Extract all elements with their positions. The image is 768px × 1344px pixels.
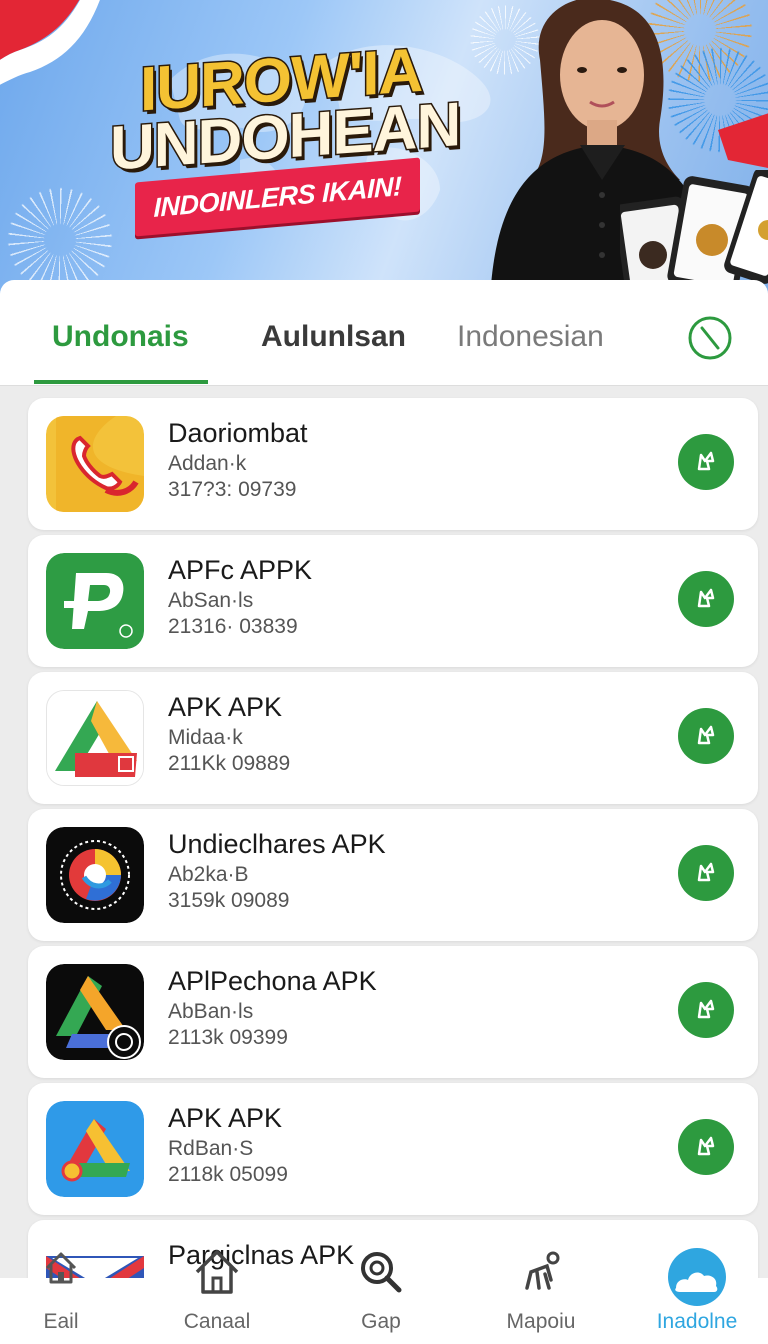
- list-item[interactable]: APK APK Midaa·k 211Kk 09889: [28, 672, 758, 804]
- app-meta: 3159k 09089: [168, 889, 290, 912]
- triangle-app-icon: [46, 690, 144, 786]
- app-meta: 21316· 03839: [168, 615, 298, 638]
- nav-label: Inadolne: [656, 1310, 738, 1333]
- search-icon: [361, 1252, 402, 1293]
- bottom-navigation: Eail Canaal Gap Mapoiu Inadolne: [0, 1248, 768, 1344]
- nav-label: Gap: [361, 1310, 401, 1333]
- tab-aulunlsan[interactable]: Aulunlsan: [261, 320, 406, 354]
- download-icon: [697, 725, 715, 745]
- list-item[interactable]: APFc APPK AbSan·ls 21316· 03839: [28, 535, 758, 667]
- nav-label: Canaal: [183, 1310, 251, 1333]
- app-subtitle: RdBan·S: [168, 1137, 254, 1160]
- list-item[interactable]: APK APK RdBan·S 2118k 05099: [28, 1083, 758, 1215]
- app-meta: 211Kk 09889: [168, 752, 291, 775]
- download-icon: [697, 588, 715, 608]
- drive-dark-app-icon: [46, 964, 144, 1060]
- tab-bar: Undonais Aulunlsan Indonesian: [0, 280, 768, 386]
- app-meta: 2118k 05099: [168, 1163, 288, 1186]
- tab-undonais[interactable]: Undonais: [52, 320, 189, 354]
- nav-item-mapoiu[interactable]: Mapoiu: [466, 1251, 616, 1344]
- app-name: APK APK: [168, 1103, 283, 1133]
- p-app-icon: [46, 553, 144, 649]
- nav-item-canaal[interactable]: Canaal: [142, 1250, 292, 1344]
- download-icon: [697, 862, 715, 882]
- list-item[interactable]: Undieclhares APK Ab2ka·B 3159k 09089: [28, 809, 758, 941]
- nav-item-gap[interactable]: Gap: [306, 1252, 456, 1344]
- figure-icon: [525, 1251, 560, 1290]
- app-name: Undieclhares APK: [168, 829, 386, 859]
- download-button[interactable]: [678, 434, 734, 490]
- home-icon: [45, 1252, 77, 1284]
- app-meta: 2113k 09399: [168, 1026, 288, 1049]
- list-item[interactable]: APlPechona APK AbBan·ls 2113k 09399: [28, 946, 758, 1078]
- nav-label: Mapoiu: [506, 1310, 576, 1333]
- download-button[interactable]: [678, 845, 734, 901]
- app-name: APFc APPK: [168, 555, 313, 585]
- active-tab-indicator: [34, 380, 208, 384]
- app-list[interactable]: Daoriombat Addan·k 317?3: 09739 APFc APP…: [0, 386, 768, 1278]
- download-button[interactable]: [678, 982, 734, 1038]
- app-subtitle: Addan·k: [168, 452, 247, 475]
- promo-banner[interactable]: IUROW'IA UNDOHEAN INDOINLERS IKAIN!: [0, 0, 768, 300]
- app-subtitle: Midaa·k: [168, 726, 243, 749]
- cloud-icon: [668, 1248, 726, 1306]
- app-subtitle: Ab2ka·B: [168, 863, 249, 886]
- nav-item-eail[interactable]: Eail: [0, 1252, 136, 1344]
- app-subtitle: AbSan·ls: [168, 589, 254, 612]
- banner-headline: IUROW'IA UNDOHEAN: [109, 34, 470, 185]
- app-name: APlPechona APK: [168, 966, 377, 996]
- nav-item-inadolne[interactable]: Inadolne: [622, 1248, 768, 1344]
- flag-decoration: [0, 0, 100, 85]
- app-name: APK APK: [168, 692, 283, 722]
- app-name: Daoriombat: [168, 418, 308, 448]
- browser-app-icon: [46, 827, 144, 923]
- app-meta: 317?3: 09739: [168, 478, 297, 501]
- download-icon: [697, 451, 715, 471]
- app-subtitle: AbBan·ls: [168, 1000, 254, 1023]
- download-icon: [697, 999, 715, 1019]
- tab-indonesian[interactable]: Indonesian: [457, 320, 604, 354]
- clock-icon[interactable]: [686, 314, 734, 362]
- download-button[interactable]: [678, 708, 734, 764]
- nav-label: Eail: [43, 1310, 79, 1333]
- download-icon: [697, 1136, 715, 1156]
- phone-app-icon: [46, 416, 144, 512]
- drive-blue-app-icon: [46, 1101, 144, 1197]
- house-outline-icon: [195, 1250, 239, 1294]
- list-item[interactable]: Daoriombat Addan·k 317?3: 09739: [28, 398, 758, 530]
- download-button[interactable]: [678, 1119, 734, 1175]
- download-button[interactable]: [678, 571, 734, 627]
